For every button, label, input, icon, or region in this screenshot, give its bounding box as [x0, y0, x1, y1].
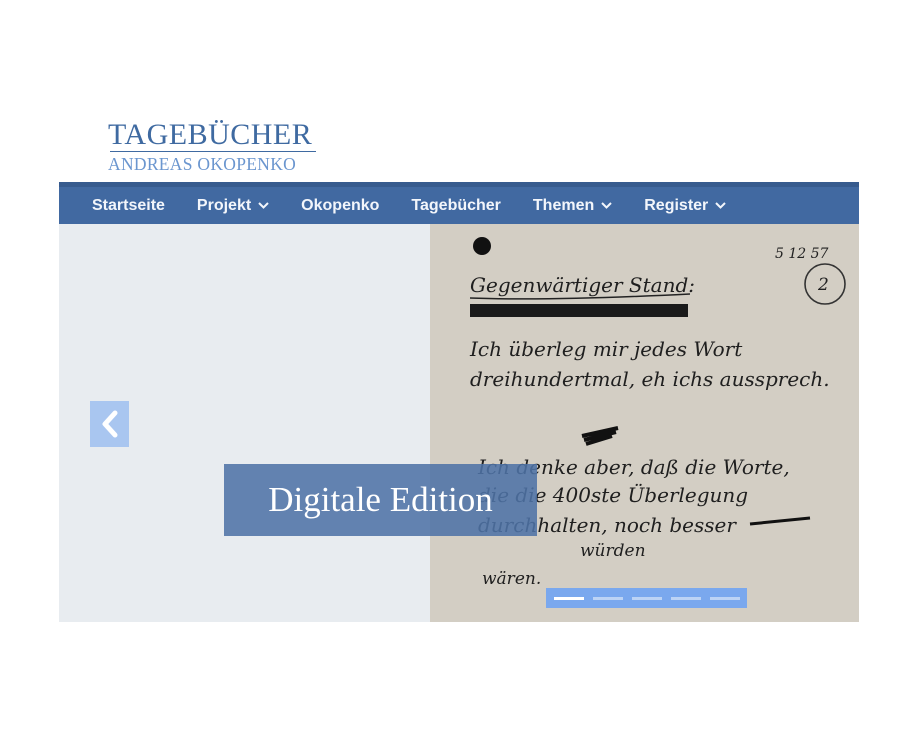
nav-item-projekt[interactable]: Projekt	[181, 197, 285, 215]
nav-item-startseite[interactable]: Startseite	[76, 197, 181, 215]
nav-item-okopenko[interactable]: Okopenko	[285, 197, 395, 215]
manuscript-date: 5 12 57	[775, 246, 829, 262]
nav-item-label: Register	[644, 196, 709, 214]
chevron-left-icon	[102, 410, 117, 438]
main-navigation: Startseite Projekt Okopenko Tagebücher T…	[59, 182, 859, 224]
slider-prev-button[interactable]	[90, 401, 129, 447]
logo-title: TAGEBÜCHER	[108, 118, 313, 151]
punch-hole	[473, 237, 491, 255]
chevron-down-icon	[258, 202, 269, 209]
slider-dot[interactable]	[671, 596, 701, 600]
nav-item-themen[interactable]: Themen	[517, 197, 628, 215]
slider-dot[interactable]	[593, 596, 623, 600]
handwritten-line: Gegenwärtiger Stand:	[470, 273, 695, 297]
nav-item-label: Themen	[532, 196, 595, 214]
slide-caption-text: Digitale Edition	[268, 480, 493, 519]
nav-item-label: Okopenko	[301, 196, 380, 214]
nav-item-register[interactable]: Register	[628, 197, 742, 215]
slider-dot[interactable]	[710, 596, 740, 600]
nav-item-tagebuecher[interactable]: Tagebücher	[395, 197, 517, 215]
chevron-down-icon	[715, 202, 726, 209]
slider-dot[interactable]	[632, 596, 662, 600]
slide-caption[interactable]: Digitale Edition	[224, 464, 537, 536]
site-logo[interactable]: TAGEBÜCHER ANDREAS OKOPENKO	[108, 119, 320, 174]
handwritten-line: wären.	[482, 569, 541, 589]
logo-divider	[110, 151, 316, 152]
logo-subtitle: ANDREAS OKOPENKO	[108, 154, 297, 174]
handwritten-line: würden	[580, 541, 646, 561]
hero-slider: 2 5 12 57 Gegenwärtiger Stand: Ich überl…	[59, 224, 859, 622]
slider-pagination	[546, 588, 747, 608]
manuscript-image: 2 5 12 57 Gegenwärtiger Stand: Ich überl…	[430, 224, 859, 622]
handwritten-line: Ich überleg mir jedes Wort	[469, 337, 743, 361]
manuscript-page-number: 2	[817, 275, 829, 295]
redaction-scribble	[470, 304, 688, 317]
chevron-down-icon	[601, 202, 612, 209]
manuscript-page: 2 5 12 57 Gegenwärtiger Stand: Ich überl…	[430, 224, 859, 622]
nav-item-label: Startseite	[92, 196, 165, 214]
slider-dot[interactable]	[554, 596, 584, 600]
nav-item-label: Tagebücher	[411, 196, 501, 214]
nav-item-label: Projekt	[196, 196, 252, 214]
handwritten-line: dreihundertmal, eh ichs aussprech.	[470, 367, 830, 391]
